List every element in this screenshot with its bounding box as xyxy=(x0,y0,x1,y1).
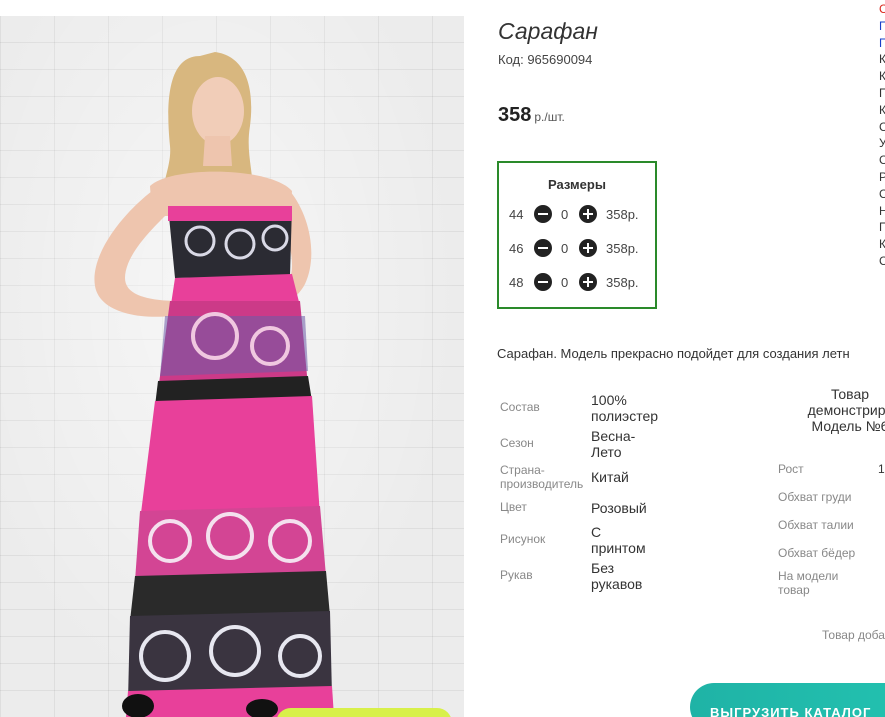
side-menu-item[interactable]: К xyxy=(879,236,885,253)
spec-label: Цвет xyxy=(500,500,527,514)
side-menu: С П П К К П К С У С Р С Н П К С xyxy=(879,1,885,270)
side-menu-item[interactable]: К xyxy=(879,51,885,68)
spec-value: Розовый xyxy=(591,500,647,516)
model-in-dress-image xyxy=(94,52,334,717)
size-quantity[interactable]: 0 xyxy=(561,275,568,290)
spec-label: Рукав xyxy=(500,568,533,582)
size-label: 46 xyxy=(509,241,524,256)
plus-icon[interactable] xyxy=(579,273,597,291)
product-photo[interactable] xyxy=(0,16,464,717)
spec-label: Сезон xyxy=(500,436,534,450)
model-param-value: 1 xyxy=(878,462,885,476)
side-menu-item[interactable]: Н xyxy=(879,203,885,220)
side-menu-item[interactable]: С xyxy=(879,253,885,270)
added-note: Товар доба xyxy=(822,628,885,642)
size-row: 44 0 358р. xyxy=(509,204,649,226)
side-menu-item[interactable]: С xyxy=(879,186,885,203)
product-code: Код: 965690094 xyxy=(498,52,593,67)
minus-icon[interactable] xyxy=(534,239,552,257)
model-param-label: Обхват груди xyxy=(778,490,852,504)
spec-value: С принтом xyxy=(591,524,646,556)
spec-label: Рисунок xyxy=(500,532,546,546)
size-row: 48 0 358р. xyxy=(509,272,649,294)
spec-value: Китай xyxy=(591,469,629,485)
product-description: Сарафан. Модель прекрасно подойдет для с… xyxy=(497,346,850,361)
side-menu-item[interactable]: С xyxy=(879,152,885,169)
size-quantity[interactable]: 0 xyxy=(561,241,568,256)
side-menu-item[interactable]: П xyxy=(879,85,885,102)
spec-label: Состав xyxy=(500,400,540,414)
side-menu-item[interactable]: Р xyxy=(879,169,885,186)
model-param-label: Обхват талии xyxy=(778,518,854,532)
green-action-button[interactable] xyxy=(276,708,452,717)
size-price: 358р. xyxy=(606,207,639,222)
plus-icon[interactable] xyxy=(579,205,597,223)
spec-label: Страна-производитель xyxy=(500,463,584,491)
side-menu-item[interactable]: С xyxy=(879,1,885,18)
spec-value: 100% полиэстер xyxy=(591,392,659,424)
model-heading: Товар демонстриру Модель №6 xyxy=(807,386,885,434)
product-price: 358 р./шт. xyxy=(498,104,565,127)
spec-value: Без рукавов xyxy=(591,560,643,592)
side-menu-item[interactable]: П xyxy=(879,18,885,35)
model-param-label: Рост xyxy=(778,462,804,476)
side-menu-item[interactable]: К xyxy=(879,68,885,85)
side-menu-item[interactable]: К xyxy=(879,102,885,119)
size-price: 358р. xyxy=(606,275,639,290)
size-label: 44 xyxy=(509,207,524,222)
product-title: Сарафан xyxy=(498,18,598,44)
sizes-heading: Размеры xyxy=(548,177,606,192)
side-menu-item[interactable]: С xyxy=(879,119,885,136)
side-menu-item[interactable]: П xyxy=(879,219,885,236)
minus-icon[interactable] xyxy=(534,273,552,291)
minus-icon[interactable] xyxy=(534,205,552,223)
model-param-label: Обхват бёдер xyxy=(778,546,856,560)
size-label: 48 xyxy=(509,275,524,290)
side-menu-item[interactable]: У xyxy=(879,135,885,152)
price-value: 358 xyxy=(498,104,532,126)
plus-icon[interactable] xyxy=(579,239,597,257)
sizes-box: Размеры 44 0 358р. 46 0 358р. 48 0 358р. xyxy=(497,161,657,309)
size-quantity[interactable]: 0 xyxy=(561,207,568,222)
size-row: 46 0 358р. xyxy=(509,238,649,260)
export-catalog-button[interactable]: ВЫГРУЗИТЬ КАТАЛОГ xyxy=(690,683,885,717)
side-menu-item[interactable]: П xyxy=(879,35,885,52)
spec-value: Весна-Лето xyxy=(591,428,636,460)
size-price: 358р. xyxy=(606,241,639,256)
model-param-label: На модели товар xyxy=(778,569,839,597)
price-unit: р./шт. xyxy=(534,110,565,124)
